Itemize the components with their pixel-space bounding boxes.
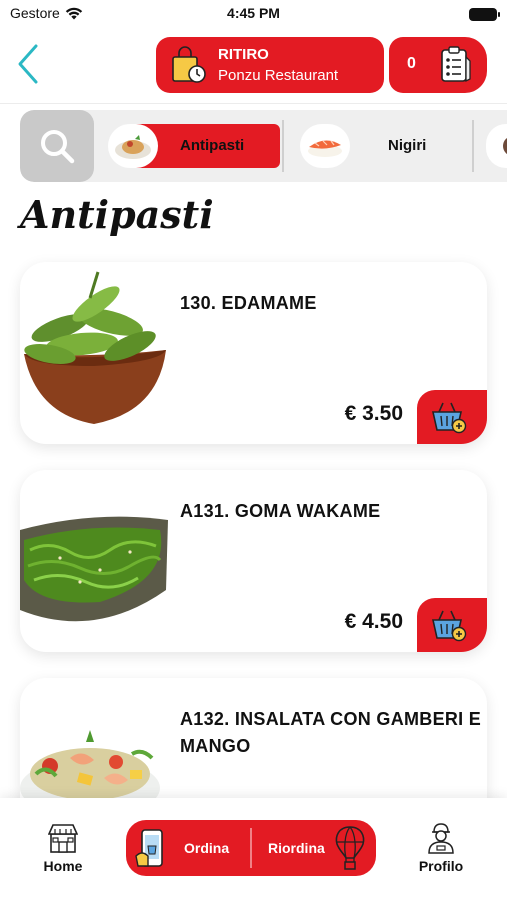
category-divider: [472, 120, 474, 172]
cart-button[interactable]: 0: [389, 37, 487, 93]
section-title: Antipasti: [20, 192, 214, 237]
product-price: € 4.50: [344, 610, 403, 633]
category-bar: Antipasti Nigiri: [20, 110, 507, 182]
product-card[interactable]: A131. GOMA WAKAME € 4.50: [20, 470, 487, 652]
category-nigiri[interactable]: Nigiri: [300, 124, 480, 168]
shopping-bag-clock-icon: [172, 46, 206, 83]
hot-air-balloon-icon: [335, 826, 365, 870]
nav-home[interactable]: Home: [34, 820, 92, 874]
order-button[interactable]: Ordina: [184, 840, 229, 856]
category-divider: [282, 120, 284, 172]
pill-divider: [250, 828, 252, 868]
order-list-icon: [441, 46, 471, 83]
nav-profile[interactable]: Profilo: [412, 820, 470, 874]
pickup-restaurant-button[interactable]: RITIRO Ponzu Restaurant: [156, 37, 384, 93]
basket-add-icon: [432, 402, 467, 434]
nigiri-thumbnail: [300, 124, 350, 168]
basket-add-icon: [432, 610, 467, 642]
product-name: 130. EDAMAME: [180, 293, 317, 313]
add-to-cart-button[interactable]: [417, 390, 487, 444]
category-antipasti[interactable]: Antipasti: [108, 124, 280, 168]
search-button[interactable]: [20, 110, 94, 182]
pickup-mode-label: RITIRO: [218, 46, 269, 63]
product-name: A132. INSALATA CON GAMBERI E MANGO: [180, 709, 482, 756]
status-bar: Gestore 4:45 PM: [0, 0, 507, 28]
product-name: A131. GOMA WAKAME: [180, 501, 381, 521]
goma-wakame-image: [20, 516, 168, 622]
bottom-navigation: Home Ordina Riordina Profilo: [0, 798, 507, 900]
back-button[interactable]: [14, 42, 44, 86]
user-profile-icon: [428, 823, 454, 854]
category-label: Antipasti: [180, 137, 245, 154]
category-label: Nigiri: [388, 137, 427, 154]
chevron-left-icon: [18, 44, 38, 84]
category-next-partial[interactable]: [486, 124, 507, 168]
antipasti-thumbnail: [108, 124, 158, 168]
restaurant-name: Ponzu Restaurant: [218, 67, 339, 84]
order-reorder-pill: Ordina Riordina: [126, 820, 376, 876]
store-icon: [48, 824, 78, 853]
reorder-button[interactable]: Riordina: [268, 840, 325, 856]
mobile-order-icon: [135, 829, 163, 867]
cart-count: 0: [407, 55, 416, 72]
nav-profile-label: Profilo: [418, 858, 464, 874]
next-category-thumbnail: [486, 124, 507, 168]
nav-home-label: Home: [43, 858, 83, 874]
product-card[interactable]: 130. EDAMAME € 3.50: [20, 262, 487, 444]
search-icon: [41, 130, 75, 164]
product-price: € 3.50: [344, 402, 403, 425]
add-to-cart-button[interactable]: [417, 598, 487, 652]
header: RITIRO Ponzu Restaurant 0: [0, 28, 507, 104]
edamame-image: [24, 271, 166, 424]
clock: 4:45 PM: [227, 5, 280, 21]
battery-icon: [469, 8, 500, 21]
